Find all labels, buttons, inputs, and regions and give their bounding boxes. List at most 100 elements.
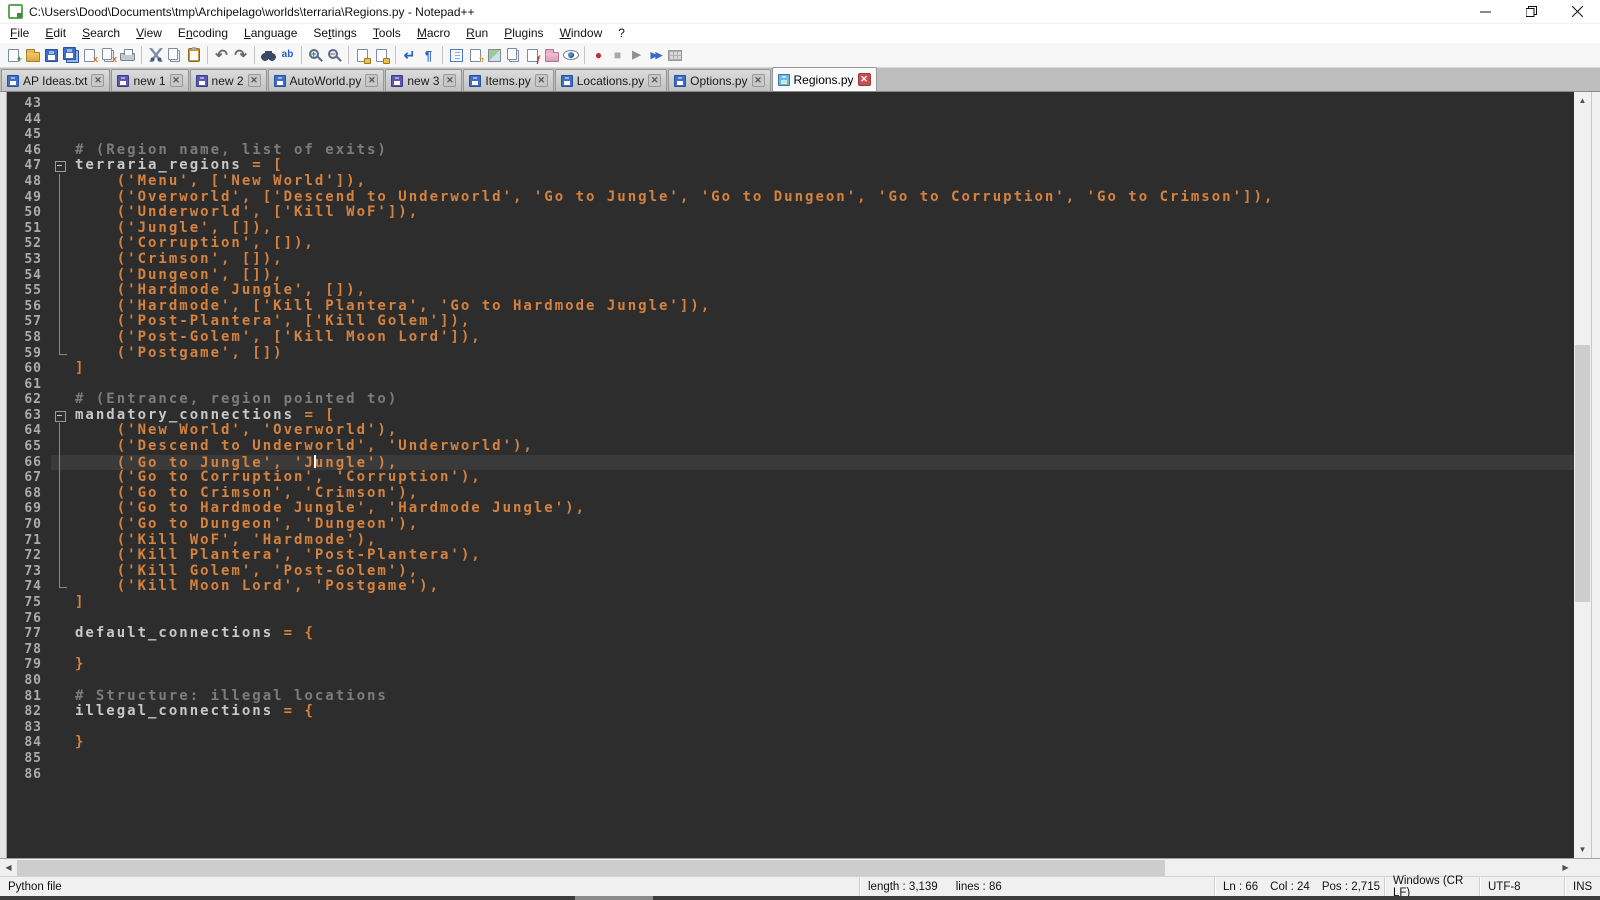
code-line-67[interactable]: 67 ('Go to Corruption', 'Corruption'), <box>7 470 1574 486</box>
code-line-44[interactable]: 44 <box>7 112 1574 128</box>
code-line-85[interactable]: 85 <box>7 751 1574 767</box>
code-line-65[interactable]: 65 ('Descend to Underworld', 'Underworld… <box>7 439 1574 455</box>
code-line-52[interactable]: 52 ('Corruption', []), <box>7 236 1574 252</box>
tab-new-1[interactable]: new 1✕ <box>111 69 188 91</box>
view-eye-icon[interactable] <box>561 45 580 65</box>
macro-record-icon[interactable]: ● <box>589 45 608 65</box>
code-line-75[interactable]: 75] <box>7 595 1574 611</box>
status-eol-format[interactable]: Windows (CR LF) <box>1384 877 1479 896</box>
cut-icon[interactable] <box>146 45 165 65</box>
code-line-62[interactable]: 62# (Entrance, region pointed to) <box>7 392 1574 408</box>
code-line-56[interactable]: 56 ('Hardmode', ['Kill Plantera', 'Go to… <box>7 299 1574 315</box>
menu-item-file[interactable]: File <box>2 24 37 43</box>
tab-close-icon[interactable]: ✕ <box>248 74 261 87</box>
macro-stop-icon[interactable]: ■ <box>608 45 627 65</box>
menu-item-macro[interactable]: Macro <box>409 24 458 43</box>
tab-close-icon[interactable]: ✕ <box>535 74 548 87</box>
code-line-83[interactable]: 83 <box>7 720 1574 736</box>
tab-close-icon[interactable]: ✕ <box>91 74 104 87</box>
minimize-button[interactable] <box>1462 0 1508 24</box>
doc-map-icon[interactable] <box>485 45 504 65</box>
monitoring-icon[interactable] <box>542 45 561 65</box>
restore-button[interactable] <box>1508 0 1554 24</box>
code-line-46[interactable]: 46# (Region name, list of exits) <box>7 143 1574 159</box>
menu-item-tools[interactable]: Tools <box>365 24 409 43</box>
fold-collapse-icon[interactable] <box>51 408 71 424</box>
scroll-up-arrow-icon[interactable]: ▲ <box>1574 92 1591 109</box>
close-button[interactable] <box>1554 0 1600 24</box>
code-editor[interactable]: 43444546# (Region name, list of exits)47… <box>7 92 1574 858</box>
doc-list-icon[interactable] <box>504 45 523 65</box>
code-line-86[interactable]: 86 <box>7 767 1574 783</box>
code-line-51[interactable]: 51 ('Jungle', []), <box>7 221 1574 237</box>
code-line-66[interactable]: 66 ('Go to Jungle', 'Jungle'), <box>7 455 1574 471</box>
code-line-48[interactable]: 48 ('Menu', ['New World']), <box>7 174 1574 190</box>
paste-icon[interactable] <box>184 45 203 65</box>
function-completion-icon[interactable]: ƒ <box>523 45 542 65</box>
close-doc-icon[interactable]: x <box>80 45 99 65</box>
menu-item-plugins[interactable]: Plugins <box>496 24 551 43</box>
menu-item-settings[interactable]: Settings <box>305 24 364 43</box>
code-line-55[interactable]: 55 ('Hardmode Jungle', []), <box>7 283 1574 299</box>
horizontal-scrollbar-thumb[interactable] <box>17 860 1165 876</box>
menu-item-edit[interactable]: Edit <box>37 24 74 43</box>
undo-icon[interactable]: ↶ <box>212 45 231 65</box>
code-line-54[interactable]: 54 ('Dungeon', []), <box>7 268 1574 284</box>
replace-icon[interactable]: ab <box>278 45 297 65</box>
menu-item-view[interactable]: View <box>128 24 170 43</box>
code-line-77[interactable]: 77default_connections = { <box>7 626 1574 642</box>
tab-new-3[interactable]: new 3✕ <box>385 69 462 91</box>
code-line-78[interactable]: 78 <box>7 642 1574 658</box>
tab-close-icon[interactable]: ✕ <box>752 74 765 87</box>
tab-close-icon[interactable]: ✕ <box>443 74 456 87</box>
find-icon[interactable] <box>259 45 278 65</box>
code-line-50[interactable]: 50 ('Underworld', ['Kill WoF']), <box>7 205 1574 221</box>
tab-autoworld-py[interactable]: AutoWorld.py✕ <box>268 69 385 91</box>
code-line-59[interactable]: 59 ('Postgame', []) <box>7 346 1574 362</box>
menu-item-help[interactable]: ? <box>610 24 633 43</box>
status-encoding[interactable]: UTF-8 <box>1479 877 1564 896</box>
code-line-45[interactable]: 45 <box>7 127 1574 143</box>
code-line-68[interactable]: 68 ('Go to Crimson', 'Crimson'), <box>7 486 1574 502</box>
tab-ap-ideas-txt[interactable]: AP Ideas.txt✕ <box>1 69 110 91</box>
vertical-scrollbar-thumb[interactable] <box>1575 345 1590 602</box>
code-line-63[interactable]: 63mandatory_connections = [ <box>7 408 1574 424</box>
code-line-80[interactable]: 80 <box>7 673 1574 689</box>
redo-icon[interactable]: ↷ <box>231 45 250 65</box>
tab-regions-py[interactable]: Regions.py✕ <box>772 67 877 91</box>
code-line-69[interactable]: 69 ('Go to Hardmode Jungle', 'Hardmode J… <box>7 501 1574 517</box>
code-line-76[interactable]: 76 <box>7 611 1574 627</box>
scroll-left-arrow-icon[interactable]: ◀ <box>0 859 17 876</box>
open-file-icon[interactable] <box>23 45 42 65</box>
macro-save-icon[interactable] <box>665 45 684 65</box>
code-line-71[interactable]: 71 ('Kill WoF', 'Hardmode'), <box>7 533 1574 549</box>
sync-vertical-icon[interactable] <box>353 45 372 65</box>
code-line-43[interactable]: 43 <box>7 96 1574 112</box>
tab-new-2[interactable]: new 2✕ <box>190 69 267 91</box>
tab-close-icon[interactable]: ✕ <box>365 74 378 87</box>
macro-run-multi-icon[interactable]: ▶▶ <box>646 45 665 65</box>
code-line-57[interactable]: 57 ('Post-Plantera', ['Kill Golem']), <box>7 314 1574 330</box>
macro-play-icon[interactable]: ▶ <box>627 45 646 65</box>
menu-item-language[interactable]: Language <box>236 24 305 43</box>
menu-item-encoding[interactable]: Encoding <box>170 24 236 43</box>
code-line-81[interactable]: 81# Structure: illegal locations <box>7 689 1574 705</box>
new-file-icon[interactable]: + <box>4 45 23 65</box>
show-all-chars-icon[interactable]: ¶ <box>419 45 438 65</box>
zoom-out-icon[interactable]: − <box>325 45 344 65</box>
copy-icon[interactable] <box>165 45 184 65</box>
code-line-73[interactable]: 73 ('Kill Golem', 'Post-Golem'), <box>7 564 1574 580</box>
code-line-79[interactable]: 79} <box>7 657 1574 673</box>
horizontal-scrollbar[interactable]: ◀ ▶ <box>0 858 1600 876</box>
scroll-down-arrow-icon[interactable]: ▼ <box>1574 841 1591 858</box>
tab-close-icon[interactable]: ✕ <box>648 74 661 87</box>
scroll-right-arrow-icon[interactable]: ▶ <box>1557 859 1574 876</box>
code-line-70[interactable]: 70 ('Go to Dungeon', 'Dungeon'), <box>7 517 1574 533</box>
vertical-scrollbar[interactable]: ▲ ▼ <box>1574 92 1591 858</box>
status-insert-mode[interactable]: INS <box>1564 877 1600 896</box>
code-line-64[interactable]: 64 ('New World', 'Overworld'), <box>7 423 1574 439</box>
menu-item-search[interactable]: Search <box>74 24 128 43</box>
code-line-60[interactable]: 60] <box>7 361 1574 377</box>
code-line-72[interactable]: 72 ('Kill Plantera', 'Post-Plantera'), <box>7 548 1574 564</box>
code-line-53[interactable]: 53 ('Crimson', []), <box>7 252 1574 268</box>
